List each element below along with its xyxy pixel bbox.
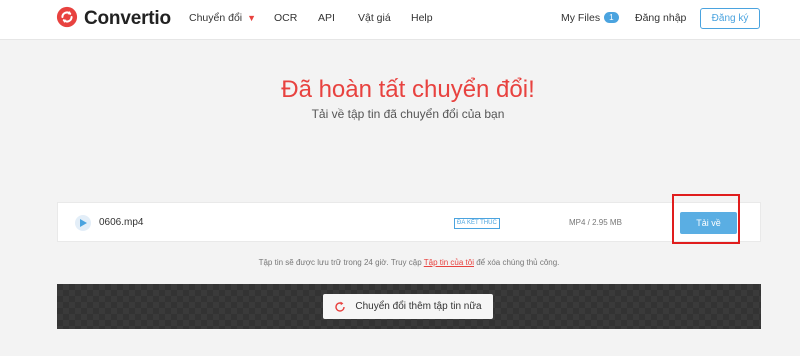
nav-convert[interactable]: Chuyển đổi ▼	[189, 12, 256, 24]
file-meta: MP4 / 2.95 MB	[569, 218, 622, 227]
nav-convert-label: Chuyển đổi	[189, 12, 243, 24]
nav-pricing[interactable]: Vật giá	[358, 12, 391, 24]
convert-more-area: Chuyển đổi thêm tập tin nữa	[57, 284, 761, 329]
storage-info-text: Tập tin sẽ được lưu trữ trong 24 giờ. Tr…	[258, 258, 424, 267]
logo-text: Convertio	[84, 8, 171, 29]
play-icon[interactable]	[75, 215, 91, 231]
file-name: 0606.mp4	[99, 217, 144, 228]
page-title: Đã hoàn tất chuyển đổi!	[281, 76, 535, 103]
download-highlight-box	[672, 194, 740, 244]
file-row: 0606.mp4 ĐÃ KẾT THÚC MP4 / 2.95 MB Tải v…	[57, 202, 761, 242]
my-files-count-badge: 1	[604, 12, 619, 23]
nav-my-files[interactable]: My Files 1	[561, 12, 619, 24]
nav-api[interactable]: API	[318, 12, 335, 24]
logo[interactable]: Convertio	[56, 6, 171, 33]
signup-button[interactable]: Đăng ký	[700, 8, 760, 29]
nav-help[interactable]: Help	[411, 12, 433, 24]
login-link[interactable]: Đăng nhập	[635, 12, 686, 24]
refresh-icon	[335, 301, 346, 312]
convert-more-button[interactable]: Chuyển đổi thêm tập tin nữa	[323, 294, 493, 319]
storage-info-text-end: để xóa chúng thủ công.	[474, 258, 560, 267]
my-files-label: My Files	[561, 12, 601, 24]
result-card: 0606.mp4 ĐÃ KẾT THÚC MP4 / 2.95 MB Tải v…	[57, 202, 761, 329]
page-subtitle: Tải về tập tin đã chuyển đổi của bạn	[311, 107, 505, 121]
nav-ocr[interactable]: OCR	[274, 12, 297, 24]
convertio-logo-icon	[56, 6, 78, 33]
convert-more-label: Chuyển đổi thêm tập tin nữa	[355, 301, 482, 312]
my-files-link[interactable]: Tập tin của tôi	[424, 258, 474, 267]
chevron-down-icon: ▼	[247, 13, 257, 23]
top-navbar: Convertio Chuyển đổi ▼ OCR API Vật giá He…	[0, 0, 800, 40]
storage-info: Tập tin sẽ được lưu trữ trong 24 giờ. Tr…	[57, 242, 761, 284]
status-badge: ĐÃ KẾT THÚC	[454, 218, 500, 229]
